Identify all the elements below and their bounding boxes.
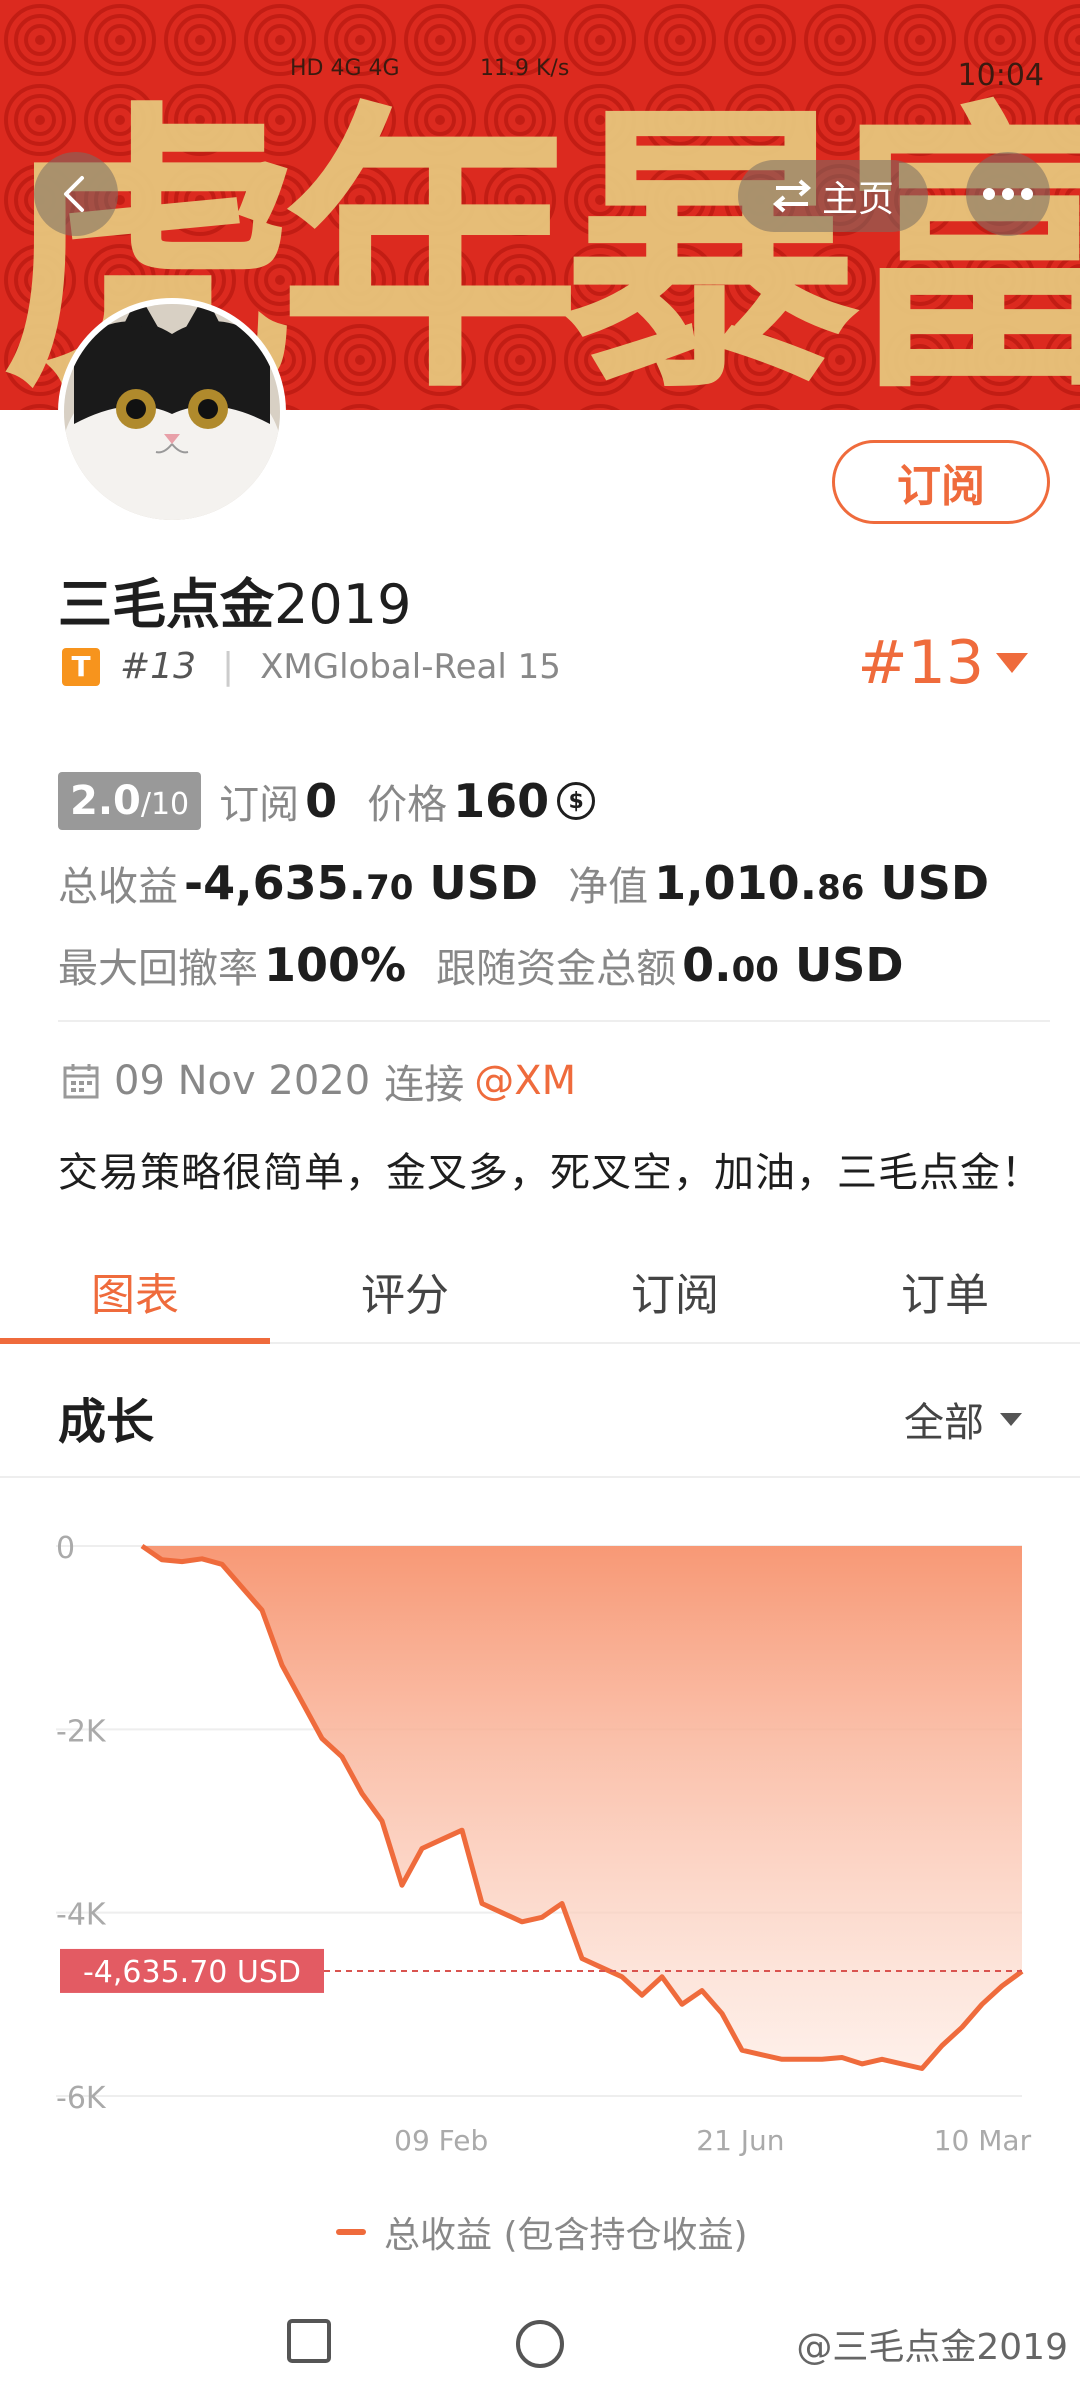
stat-row-drawdown: 最大回撤率 100% 跟随资金总额 0.00 USD <box>58 924 1048 1006</box>
x-tick-label: 09 Feb <box>394 2124 488 2157</box>
chevron-left-icon <box>64 176 84 212</box>
max-drawdown-value: 100% <box>264 938 407 992</box>
trader-level-badge: T <box>62 647 100 686</box>
strategy-description: 交易策略很简单，金叉多，死叉空，加油，三毛点金！ <box>58 1150 1042 1196</box>
coin-icon: $ <box>557 782 596 820</box>
rank-dropdown[interactable]: #13 <box>857 628 1028 698</box>
connect-date: 09 Nov 2020 <box>114 1058 371 1104</box>
trader-name-cn: 三毛点金 <box>58 573 274 636</box>
follow-funds-int: 0. <box>682 938 732 992</box>
score-value: 2.0 <box>70 778 141 824</box>
recent-apps-button[interactable] <box>286 2318 332 2364</box>
tab-bar: 图表 评分 订阅 订单 <box>0 1240 1080 1344</box>
rank-line: T #13 | XMGlobal-Real 15 <box>62 646 561 687</box>
price-value: 160 <box>453 774 550 828</box>
follow-funds-dec: 00 <box>731 950 779 990</box>
equity-int: 1,010. <box>654 856 818 910</box>
caret-down-icon <box>996 653 1028 673</box>
equity-label: 净值 <box>568 864 649 910</box>
more-dot-icon <box>983 188 995 200</box>
more-dot-icon <box>1002 188 1014 200</box>
subscribers-label: 订阅 <box>219 782 300 828</box>
equity-unit: USD <box>880 856 990 910</box>
y-tick-label: -4K <box>56 1898 107 1933</box>
stat-row-profit: 总收益 -4,635.70 USD 净值 1,010.86 USD <box>58 842 1048 924</box>
connect-info: 09 Nov 2020 连接 @XM <box>62 1052 576 1110</box>
total-profit-dec: 70 <box>366 868 414 908</box>
stats-block: 2.0/10 订阅 0 价格 160 $ 总收益 -4,635.70 USD 净… <box>58 760 1048 1006</box>
tab-rating[interactable]: 评分 <box>270 1240 540 1342</box>
tab-chart[interactable]: 图表 <box>0 1240 270 1344</box>
more-dot-icon <box>1021 188 1033 200</box>
cat-avatar-image <box>64 304 280 520</box>
divider <box>58 1020 1050 1022</box>
clock: 10:04 <box>957 58 1044 93</box>
total-profit-label: 总收益 <box>58 864 178 910</box>
trader-name: 三毛点金2019 <box>58 560 411 639</box>
score-max: /10 <box>140 787 190 822</box>
swap-arrows-icon <box>772 179 812 213</box>
subscribers-value: 0 <box>305 774 338 828</box>
rank-big-label: #13 <box>857 628 984 698</box>
stat-row-score: 2.0/10 订阅 0 价格 160 $ <box>58 760 1048 842</box>
total-profit-int: -4,635. <box>184 856 367 910</box>
back-button[interactable] <box>34 152 118 236</box>
x-tick-label: 10 Mar <box>934 2124 1032 2157</box>
account-name: XMGlobal-Real 15 <box>260 646 561 687</box>
network-speed: 11.9 K/s <box>480 56 570 81</box>
caret-down-icon <box>1000 1412 1022 1426</box>
y-tick-label: -2K <box>56 1714 107 1749</box>
score-badge: 2.0/10 <box>58 772 202 830</box>
trader-name-year: 2019 <box>274 573 412 636</box>
equity-dec: 86 <box>817 868 865 908</box>
y-tick-label: -6K <box>56 2081 107 2116</box>
calendar-icon <box>63 1064 99 1099</box>
current-value-label: -4,635.70 USD <box>83 1955 301 1990</box>
legend-label: 总收益 (包含持仓收益) <box>384 2215 748 2256</box>
tab-orders[interactable]: 订单 <box>810 1240 1080 1342</box>
home-nav-button[interactable] <box>514 2318 566 2370</box>
range-label: 全部 <box>904 1400 984 1446</box>
more-options-button[interactable] <box>966 152 1050 236</box>
section-title: 成长 <box>58 1394 155 1450</box>
tab-subscriptions[interactable]: 订阅 <box>540 1240 810 1342</box>
watermark: @三毛点金2019 <box>796 2327 1068 2368</box>
follow-funds-value: 0.00 USD <box>682 938 904 992</box>
follow-funds-unit: USD <box>794 938 904 992</box>
legend-swatch <box>336 2229 366 2235</box>
home-button-label: 主页 <box>821 179 894 220</box>
broker-link[interactable]: @XM <box>474 1058 576 1104</box>
total-profit-unit: USD <box>429 856 539 910</box>
follow-funds-label: 跟随资金总额 <box>436 946 677 992</box>
price-label: 价格 <box>367 782 448 828</box>
x-tick-label: 21 Jun <box>696 2124 784 2157</box>
growth-section-header: 成长 全部 <box>0 1346 1080 1478</box>
growth-chart[interactable]: 0 -2K -4K -6K -4,635.70 USD 09 Feb 21 Jun 10 Ma… <box>0 1490 1080 2180</box>
home-button[interactable]: 主页 <box>738 160 928 232</box>
network-indicator: HD 4G 4G <box>290 56 400 81</box>
separator: | <box>221 646 235 687</box>
max-drawdown-label: 最大回撤率 <box>58 946 258 992</box>
rank-small: #13 <box>120 646 196 687</box>
chart-legend: 总收益 (包含持仓收益) <box>336 2206 748 2258</box>
status-bar: HD 4G 4G 11.9 K/s 10:04 <box>0 50 1080 110</box>
connect-label: 连接 <box>384 1062 465 1108</box>
range-dropdown[interactable]: 全部 <box>904 1390 1022 1448</box>
y-tick-label: 0 <box>56 1531 75 1566</box>
total-profit-value: -4,635.70 USD <box>184 856 538 910</box>
equity-value: 1,010.86 USD <box>654 856 989 910</box>
subscribe-button[interactable]: 订阅 <box>832 440 1050 524</box>
avatar[interactable] <box>58 298 286 526</box>
